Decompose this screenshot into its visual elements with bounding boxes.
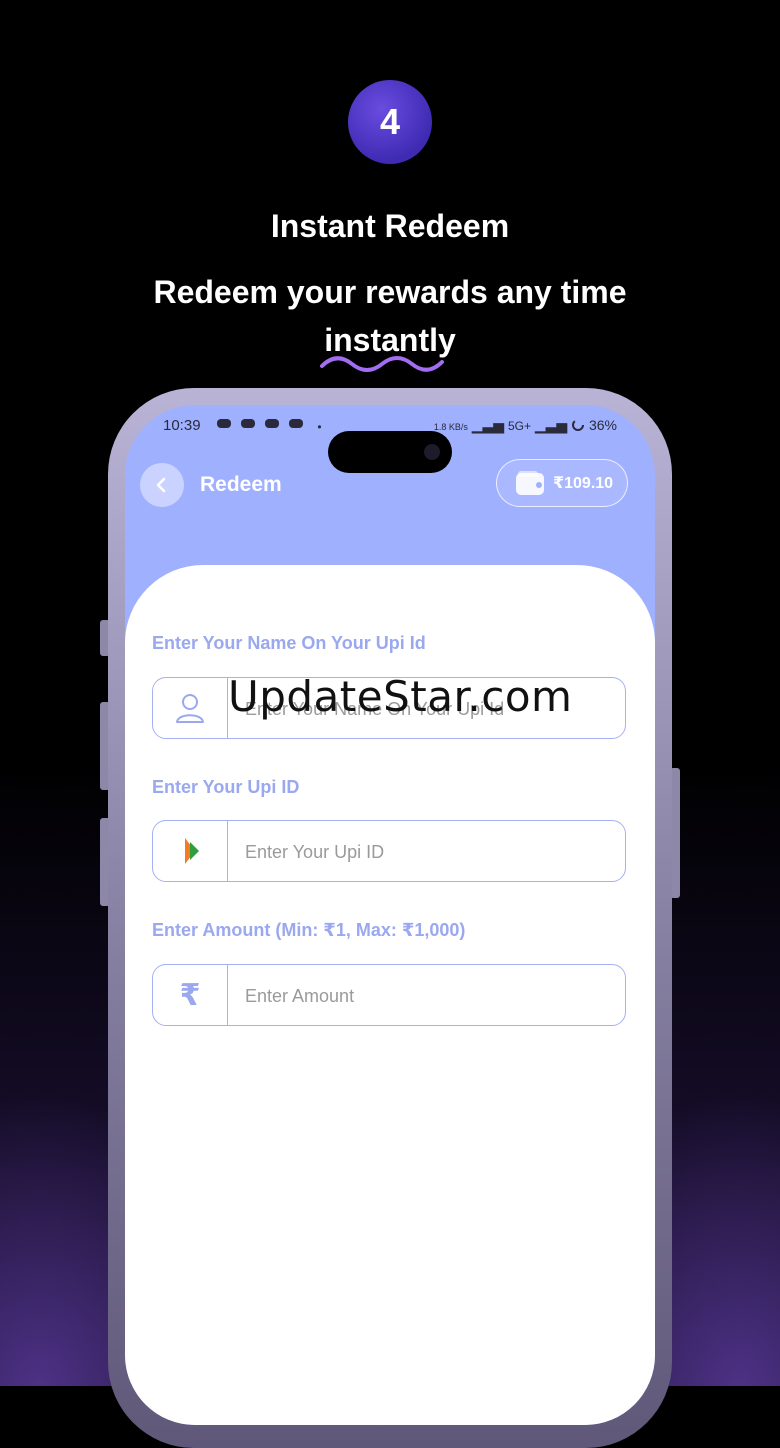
- name-field-label: Enter Your Name On Your Upi Id: [152, 633, 426, 653]
- amount-input[interactable]: [243, 965, 617, 1027]
- page-title: Redeem: [200, 473, 282, 496]
- wallet-icon: [516, 471, 544, 495]
- phone-screen: 10:39 • 1.8 KB/s ▁▃▅ 5G+ ▁▃▅ 36% Redeem …: [125, 405, 655, 1425]
- battery-ring-icon: [572, 419, 585, 431]
- battery-percent: 36%: [588, 417, 617, 433]
- status-right: 1.8 KB/s ▁▃▅ 5G+ ▁▃▅ 36%: [434, 417, 617, 434]
- back-button[interactable]: [140, 463, 184, 507]
- camera-icon: [424, 444, 440, 460]
- signal-icon: ▁▃▅: [534, 417, 568, 433]
- signal-icon: ▁▃▅: [471, 417, 505, 433]
- rupee-icon: ₹: [153, 965, 228, 1025]
- dynamic-island: [328, 431, 452, 473]
- dot-icon: •: [317, 420, 325, 434]
- notification-icon: [217, 419, 303, 428]
- headline-subtitle: Redeem your rewards any time instantly: [0, 268, 780, 364]
- rupee-symbol: ₹: [179, 977, 201, 1013]
- subtitle-line-1: Redeem your rewards any time: [153, 274, 627, 310]
- squiggle-underline-icon: [320, 356, 444, 372]
- headline-title: Instant Redeem: [270, 208, 510, 244]
- upi-field: [152, 820, 626, 883]
- upi-field-label: Enter Your Upi ID: [152, 777, 300, 797]
- step-number-badge: 4: [348, 80, 432, 164]
- user-icon: [153, 678, 228, 738]
- status-time: 10:39: [163, 417, 201, 434]
- network-speed: 1.8 KB/s: [433, 422, 468, 432]
- upi-logo-icon: [153, 821, 228, 881]
- amount-field-label: Enter Amount (Min: ₹1, Max: ₹1,000): [152, 920, 466, 940]
- notification-icons: •: [217, 417, 325, 434]
- wallet-balance: ₹109.10: [553, 475, 614, 492]
- upi-id-input[interactable]: [243, 821, 617, 883]
- amount-field: ₹: [152, 964, 626, 1027]
- chevron-left-icon: [156, 477, 166, 493]
- wallet-balance-button[interactable]: ₹109.10: [496, 459, 628, 507]
- watermark-text: UpdateStar.com: [228, 672, 573, 721]
- network-type: 5G+: [507, 419, 531, 433]
